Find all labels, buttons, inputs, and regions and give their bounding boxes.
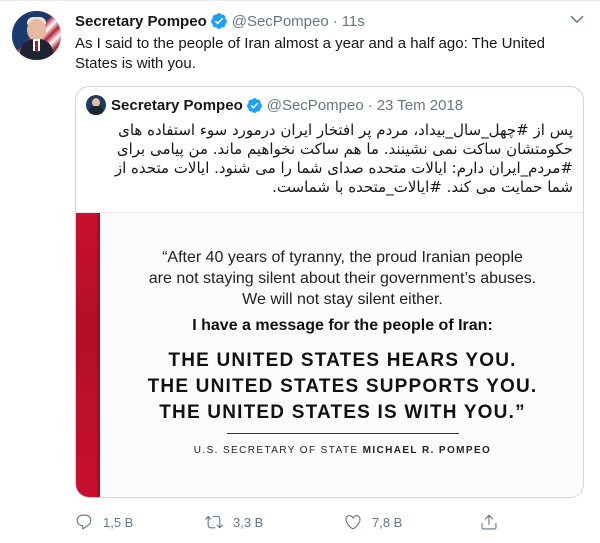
quoted-tweet-date: 23 Tem 2018 [376, 96, 464, 114]
headline-line: THE UNITED STATES HEARS YOU. [168, 350, 517, 371]
statement-message: I have a message for the people of Iran: [192, 317, 493, 334]
reply-button[interactable]: 1,5 B [75, 511, 133, 533]
tweet-header: Secretary Pompeo @SecPompeo · 11s [75, 11, 365, 31]
quote-line: are not staying silent about their gover… [148, 270, 537, 287]
statement-quote: “After 40 years of tyranny, the proud Ir… [100, 247, 583, 310]
quoted-author-handle: @SecPompeo [266, 96, 364, 114]
like-count: 7,8 B [372, 514, 403, 530]
author-handle[interactable]: @SecPompeo [232, 13, 329, 30]
retweet-count: 3,3 B [233, 514, 264, 530]
headline-line: THE UNITED STATES IS WITH YOU.” [159, 402, 526, 423]
retweet-icon [205, 515, 223, 529]
share-icon [481, 514, 497, 530]
chevron-down-icon[interactable] [568, 10, 586, 28]
quoted-tweet-image[interactable]: “After 40 years of tyranny, the proud Ir… [76, 212, 583, 497]
reply-count: 1,5 B [103, 514, 134, 530]
tweet-text: As I said to the people of Iran almost a… [75, 35, 546, 72]
signature-name: MICHAEL R. POMPEO [362, 445, 492, 456]
red-stripe-decoration [76, 213, 100, 497]
quoted-tweet-text: پس از #چهل_سال_بیداد، مردم پر افتخار ایر… [114, 121, 573, 196]
quoted-tweet[interactable]: Secretary Pompeo @SecPompeo · 23 Tem 201… [75, 86, 584, 498]
headline-line: THE UNITED STATES SUPPORTS YOU. [147, 376, 538, 397]
tweet-actions: 1,5 B 3,3 B 7,8 B [75, 511, 505, 533]
statement-headline: THE UNITED STATES HEARS YOU. THE UNITED … [100, 348, 583, 426]
signature-title: U.S. SECRETARY OF STATE [193, 445, 359, 456]
retweet-button[interactable]: 3,3 B [205, 511, 263, 533]
author-avatar[interactable] [12, 11, 61, 60]
quoted-author-avatar [86, 95, 106, 115]
reply-icon [76, 514, 92, 530]
tweet[interactable]: Secretary Pompeo @SecPompeo · 11s As I s… [0, 0, 600, 543]
like-button[interactable]: 7,8 B [344, 511, 402, 533]
share-button[interactable] [480, 511, 508, 533]
statement-signature: U.S. SECRETARY OF STATE MICHAEL R. POMPE… [100, 445, 583, 456]
quoted-tweet-header: Secretary Pompeo @SecPompeo · 23 Tem 201… [111, 95, 463, 115]
separator-dot: · [332, 12, 338, 30]
quote-line: We will not stay silent either. [242, 291, 443, 308]
quote-line: “After 40 years of tyranny, the proud Ir… [162, 249, 523, 266]
tweet-timestamp[interactable]: 11s [342, 13, 365, 30]
verified-badge-icon [246, 97, 262, 113]
verified-badge-icon [210, 13, 227, 29]
signature-divider [227, 433, 459, 434]
separator-dot: · [367, 96, 373, 114]
like-icon [345, 515, 361, 530]
quoted-author-name: Secretary Pompeo [111, 96, 243, 114]
author-name[interactable]: Secretary Pompeo [75, 13, 207, 30]
